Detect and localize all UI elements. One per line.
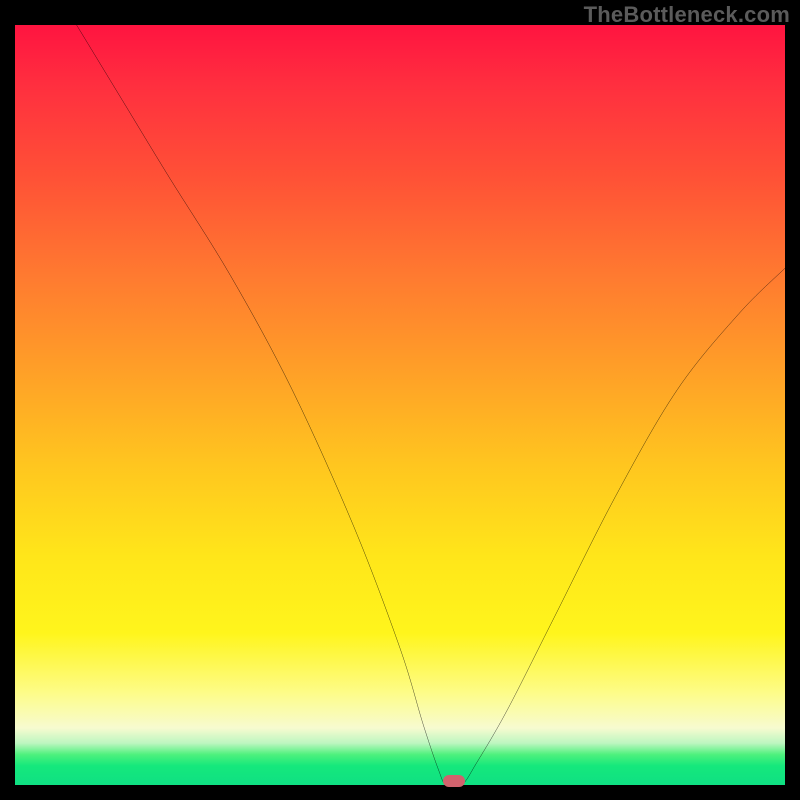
curve-path: [77, 25, 785, 785]
watermark-text: TheBottleneck.com: [584, 2, 790, 28]
optimal-point-marker: [443, 775, 465, 787]
chart-frame: TheBottleneck.com: [0, 0, 800, 800]
bottleneck-curve: [15, 25, 785, 785]
plot-area: [15, 25, 785, 785]
